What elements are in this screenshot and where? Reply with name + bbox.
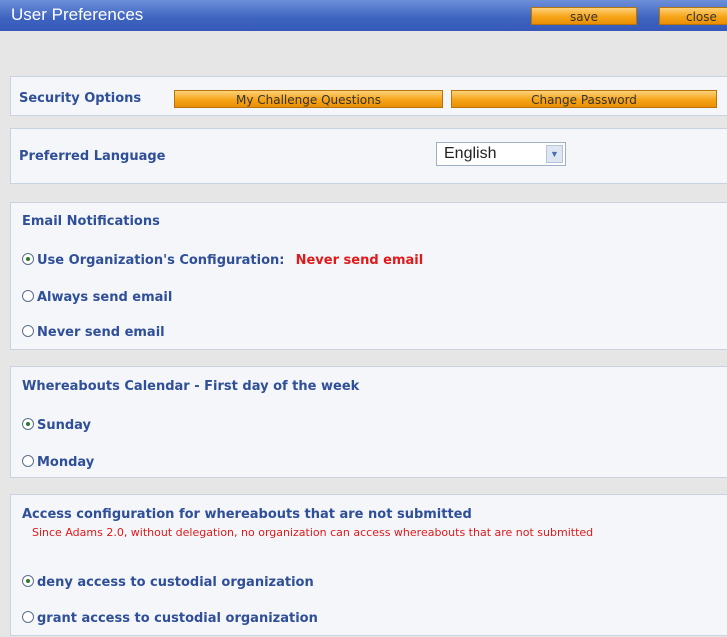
email-option-always[interactable]: Always send email: [22, 286, 172, 305]
email-option-label: Use Organization's Configuration:: [37, 253, 285, 268]
language-select-value: English: [444, 145, 497, 162]
radio-selected-icon[interactable]: [22, 418, 34, 430]
save-button[interactable]: save: [531, 7, 637, 25]
email-notifications-panel: Email Notifications Use Organization's C…: [10, 202, 727, 350]
radio-icon[interactable]: [22, 455, 34, 467]
calendar-option-label: Sunday: [37, 418, 92, 433]
org-config-value: Never send email: [295, 253, 424, 268]
email-option-label: Never send email: [37, 325, 165, 340]
calendar-panel: Whereabouts Calendar - First day of the …: [10, 366, 727, 478]
access-option-grant[interactable]: grant access to custodial organization: [22, 607, 318, 626]
access-option-label: deny access to custodial organization: [37, 575, 314, 590]
preferred-language-panel: Preferred Language English ▼: [10, 128, 727, 184]
my-challenge-questions-button[interactable]: My Challenge Questions: [174, 90, 443, 108]
access-config-panel: Access configuration for whereabouts tha…: [10, 494, 727, 636]
access-config-note: Since Adams 2.0, without delegation, no …: [32, 526, 594, 539]
preferred-language-label: Preferred Language: [19, 149, 166, 164]
calendar-option-label: Monday: [37, 455, 95, 470]
access-option-label: grant access to custodial organization: [37, 611, 318, 626]
calendar-option-monday[interactable]: Monday: [22, 451, 94, 470]
radio-selected-icon[interactable]: [22, 253, 34, 265]
radio-icon[interactable]: [22, 325, 34, 337]
access-config-label: Access configuration for whereabouts tha…: [22, 507, 472, 522]
calendar-label: Whereabouts Calendar - First day of the …: [22, 379, 360, 394]
radio-icon[interactable]: [22, 290, 34, 302]
page-title: User Preferences: [11, 5, 144, 24]
email-option-label: Always send email: [37, 290, 173, 305]
chevron-down-icon[interactable]: ▼: [546, 145, 563, 163]
email-notifications-label: Email Notifications: [22, 214, 160, 229]
language-select[interactable]: English ▼: [436, 142, 566, 166]
change-password-button[interactable]: Change Password: [451, 90, 717, 108]
security-options-label: Security Options: [19, 91, 142, 106]
access-option-deny[interactable]: deny access to custodial organization: [22, 571, 314, 590]
calendar-option-sunday[interactable]: Sunday: [22, 414, 91, 433]
radio-icon[interactable]: [22, 611, 34, 623]
close-button[interactable]: close: [659, 7, 727, 25]
radio-selected-icon[interactable]: [22, 575, 34, 587]
title-bar: User Preferences save close: [0, 0, 727, 31]
email-option-org-config[interactable]: Use Organization's Configuration: Never …: [22, 249, 423, 268]
security-options-panel: Security Options My Challenge Questions …: [10, 76, 727, 116]
email-option-never[interactable]: Never send email: [22, 321, 165, 340]
